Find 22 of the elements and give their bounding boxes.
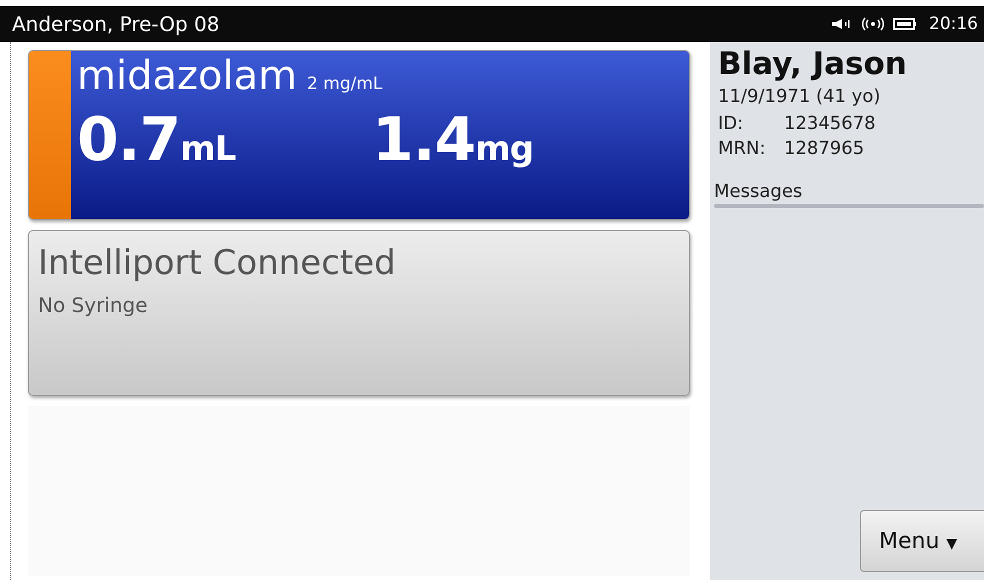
port-title: Intelliport Connected — [38, 243, 397, 283]
port-card[interactable]: Intelliport Connected No Syringe — [28, 230, 690, 396]
volume-unit: mL — [180, 129, 236, 169]
id-value: 12345678 — [784, 113, 876, 134]
clock-time: 20:16 — [929, 14, 978, 34]
patient-dob: 11/9/1971 (41 yo) — [718, 86, 882, 107]
wireless-icon — [861, 17, 885, 31]
dose-unit: mg — [475, 129, 534, 169]
port-status: No Syringe — [38, 293, 149, 317]
battery-icon — [893, 17, 917, 31]
id-label: ID: — [718, 113, 744, 134]
volume-value: 0.7mL — [77, 105, 236, 175]
dose-value: 1.4mg — [372, 105, 534, 175]
messages-label: Messages — [714, 181, 804, 202]
patient-name: Blay, Jason — [718, 46, 908, 82]
drug-name: midazolam — [77, 53, 298, 99]
mrn-value: 1287965 — [784, 138, 864, 159]
drug-card[interactable]: midazolam 2 mg/mL 0.7mL 1.4mg — [28, 50, 690, 220]
window-title: Anderson, Pre-Op 08 — [12, 12, 220, 36]
menu-button[interactable]: Menu ▼ — [860, 510, 984, 572]
drug-concentration: 2 mg/mL — [307, 74, 382, 94]
mrn-label: MRN: — [718, 138, 767, 159]
